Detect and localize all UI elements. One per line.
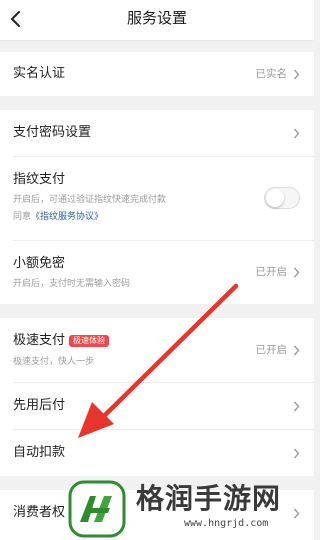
chevron-right-icon	[293, 128, 300, 139]
fingerprint-desc: 开启后，可通过验证指纹快速完成付款	[13, 195, 167, 205]
fast-pay-badge: 极速体验	[69, 335, 109, 347]
small-free-desc: 开启后，支付时无需输入密码	[13, 279, 131, 289]
pay-password-row[interactable]: 支付密码设置	[0, 110, 314, 156]
small-free-status: 已开启	[255, 266, 288, 278]
agreement-prefix: 同意	[13, 212, 32, 222]
watermark-logo-icon	[68, 480, 126, 538]
realname-title: 实名认证	[13, 66, 66, 81]
small-free-title: 小额免密	[13, 256, 66, 271]
fast-pay-desc: 极速支付，快人一步	[13, 357, 95, 367]
realname-section: 实名认证 已实名	[0, 52, 314, 96]
consumer-rights-title: 消费者权	[13, 505, 66, 520]
chevron-right-icon	[293, 69, 300, 80]
fingerprint-row: 指纹支付 开启后，可通过验证指纹快速完成付款 同意《指纹服务协议》	[0, 157, 314, 240]
fast-pay-status: 已开启	[255, 344, 288, 356]
fingerprint-agreement-link[interactable]: 《指纹服务协议》	[31, 212, 103, 222]
watermark-url: www.hngrjd.com	[184, 518, 269, 529]
fast-pay-row[interactable]: 极速支付 极速体验 极速支付，快人一步 已开启	[0, 318, 314, 382]
auto-deduct-row[interactable]: 自动扣款	[0, 430, 314, 476]
pay-later-row[interactable]: 先用后付	[0, 383, 314, 429]
chevron-right-icon	[293, 345, 300, 356]
auto-deduct-title: 自动扣款	[13, 445, 66, 460]
chevron-right-icon	[293, 267, 300, 278]
watermark-title: 格润手游网	[136, 482, 282, 515]
top-bar: 服务设置	[0, 0, 314, 41]
realname-status: 已实名	[255, 68, 288, 80]
toggle-knob	[266, 189, 284, 207]
payment-section: 支付密码设置 指纹支付 开启后，可通过验证指纹快速完成付款 同意《指纹服务协议》…	[0, 110, 314, 304]
realname-row[interactable]: 实名认证 已实名	[0, 52, 314, 96]
fingerprint-agreement: 同意《指纹服务协议》	[13, 211, 103, 223]
pay-password-title: 支付密码设置	[13, 125, 92, 140]
watermark: 格润手游网 www.hngrjd.com	[66, 478, 314, 540]
fingerprint-title: 指纹支付	[13, 172, 66, 187]
small-free-row[interactable]: 小额免密 开启后，支付时无需输入密码 已开启	[0, 241, 314, 304]
speed-section: 极速支付 极速体验 极速支付，快人一步 已开启 先用后付 自动扣款	[0, 318, 314, 476]
pay-later-title: 先用后付	[13, 398, 66, 413]
chevron-right-icon	[293, 401, 300, 412]
chevron-right-icon	[293, 448, 300, 459]
fast-pay-title: 极速支付	[13, 333, 66, 348]
fingerprint-toggle[interactable]	[264, 187, 300, 209]
page-title: 服务设置	[126, 9, 187, 27]
